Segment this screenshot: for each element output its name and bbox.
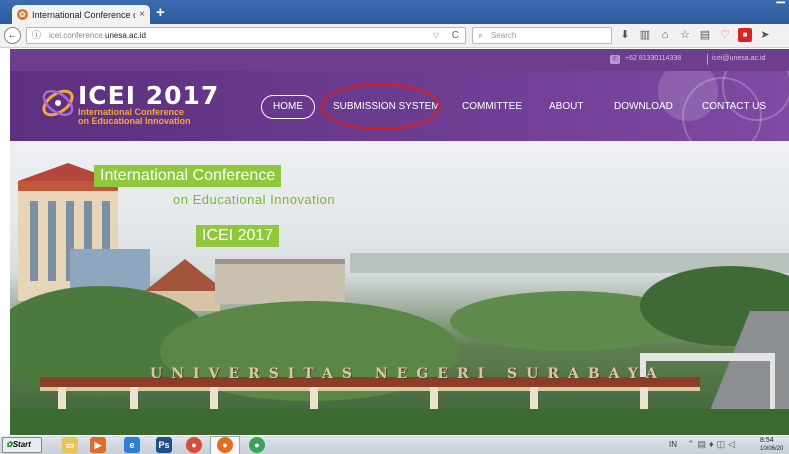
new-tab-button[interactable]: + [156,4,165,21]
library-icon[interactable]: ▥ [638,28,652,42]
site-info-icon[interactable]: ⓘ [32,28,41,43]
send-icon[interactable]: ➤ [758,28,772,42]
tab-title: International Conference on Edu [32,9,135,20]
site-favicon-icon: ✿ [17,9,28,20]
nav-home[interactable]: HOME [261,95,315,119]
chrome-icon[interactable]: ● [186,437,202,453]
url-prefix: icei.conference. [49,31,106,40]
browser-toolbar: ⬇ ▥ ⌂ ☆ ▤ ♡ ■ ➤ [618,28,772,44]
language-indicator[interactable]: IN [669,440,677,449]
website-viewport: ✆ +62 81330114338 icei@unesa.ac.id ICEI … [10,49,789,435]
pocket-icon[interactable]: ♡ [718,28,732,42]
clock-date[interactable]: 10/06/20 [760,446,783,452]
contact-phone[interactable]: +62 81330114338 [625,55,681,62]
nav-contact-us[interactable]: CONTACT US [702,95,766,119]
icei-logo-icon[interactable] [40,85,76,121]
url-bar[interactable]: ⓘ icei.conference.unesa.ac.id ▽ C [26,27,466,44]
url-dropdown-icon[interactable]: ▽ [433,28,439,43]
contact-strip: ✆ +62 81330114338 icei@unesa.ac.id [10,49,789,71]
search-input[interactable]: ⌕ Search [472,27,612,44]
search-placeholder: Search [491,31,517,40]
internet-explorer-icon[interactable]: e [124,437,140,453]
contact-email[interactable]: icei@unesa.ac.id [712,55,765,62]
os-taskbar: ✿Start ▭ ▶ e Ps ● ● ● IN ⌃▤♦◫◁ 8:54 10/0… [0,435,789,454]
hero-subtitle: on Educational Innovation [173,192,336,207]
hero-title: International Conference [94,165,282,187]
start-button[interactable]: ✿Start [2,437,42,453]
home-icon[interactable]: ⌂ [658,28,672,42]
start-label: Start [12,440,31,449]
logo-title[interactable]: ICEI 2017 [78,81,219,110]
bookmark-star-icon[interactable]: ☆ [678,28,692,42]
close-tab-icon[interactable]: × [139,9,145,20]
hero-event-badge: ICEI 2017 [196,225,280,247]
logo-subtitle-line2: on Educational Innovation [78,116,191,126]
media-player-icon[interactable]: ▶ [90,437,106,453]
extension-icon[interactable]: ■ [738,28,752,42]
nav-download[interactable]: DOWNLOAD [614,95,673,119]
pocket-list-icon[interactable]: ▤ [698,28,712,42]
hero-banner: International Conference on Educational … [10,141,789,435]
annotation-highlight-ellipse [321,83,440,130]
site-header: ICEI 2017 International Conference on Ed… [10,71,789,141]
nav-committee[interactable]: COMMITTEE [462,95,522,119]
phone-icon: ✆ [610,55,620,64]
reload-icon[interactable]: C [452,28,459,43]
windows-flag-icon: ✿ [6,440,13,449]
logo-subtitle: International Conference on Educational … [78,108,191,126]
campus-sign: UNIVERSITAS NEGERI SURABAYA [150,366,666,382]
search-icon: ⌕ [478,30,484,40]
clock-time[interactable]: 8:54 [760,437,774,444]
back-button[interactable]: ← [4,27,21,44]
contact-divider [707,54,708,65]
firefox-icon[interactable]: ● [217,437,233,453]
download-icon[interactable]: ⬇ [618,28,632,42]
browser-tab-bar: ✿ International Conference on Edu × + ▔ [0,0,789,24]
photoshop-icon[interactable]: Ps [156,437,172,453]
nav-about[interactable]: ABOUT [549,95,583,119]
system-tray-icons[interactable]: ⌃▤♦◫◁ [687,439,738,450]
explorer-icon[interactable]: ▭ [62,437,78,453]
browser-tab[interactable]: ✿ International Conference on Edu × [12,5,150,24]
window-minimize-icon[interactable]: ▔ [777,2,785,15]
browser-nav-bar: ← ⓘ icei.conference.unesa.ac.id ▽ C ⌕ Se… [0,24,789,48]
chrome-alt-icon[interactable]: ● [249,437,265,453]
url-host: unesa.ac.id [105,31,146,40]
